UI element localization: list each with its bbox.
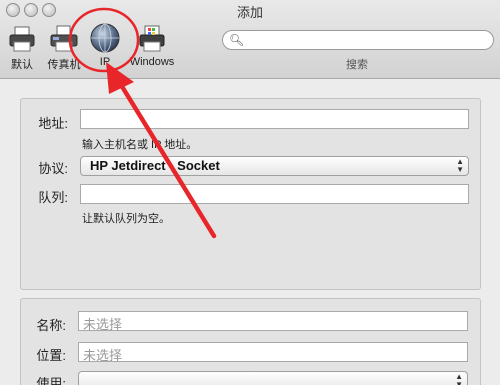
annotation-overlay [68,7,217,239]
annotation-arrow-shaft [115,77,217,239]
highlight-circle [68,7,140,73]
add-printer-window: 添加 默认 传真机 IP Windows 🔍︎ 搜索 地址: 输入主机名或 IP… [0,0,500,385]
